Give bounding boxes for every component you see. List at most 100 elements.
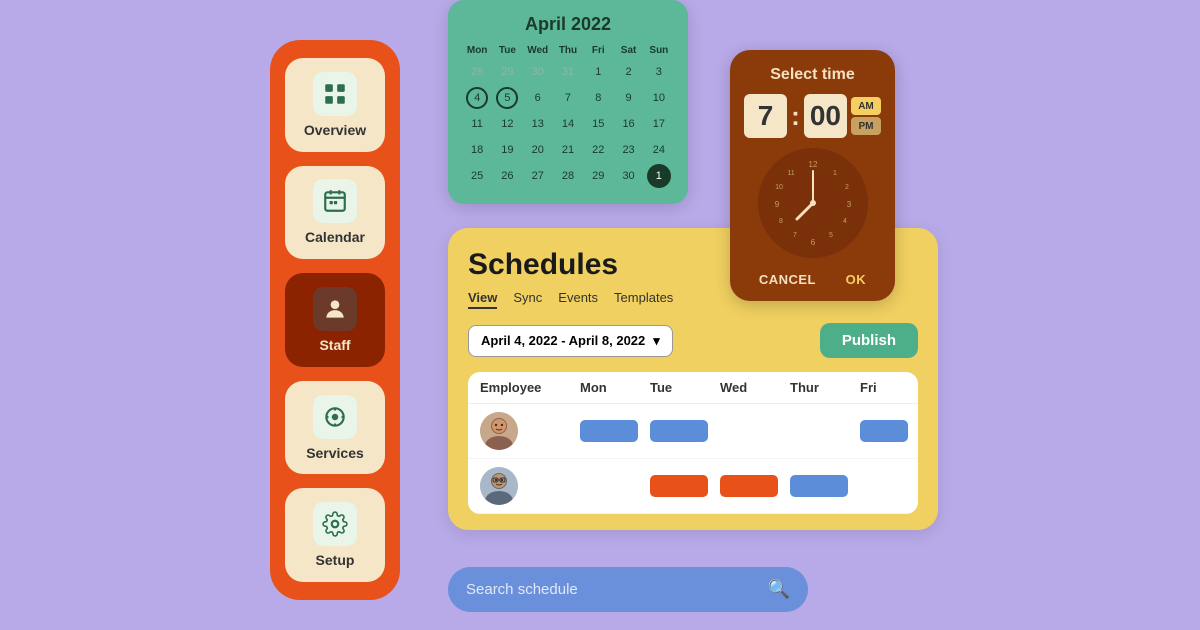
calendar-title: April 2022 [462,14,674,35]
cal-cell[interactable]: 20 [526,138,550,162]
cal-day-wed: Wed [523,45,553,56]
tab-events[interactable]: Events [558,290,598,309]
col-fri: Fri [860,380,918,395]
shift-2-thur [790,475,860,497]
calendar-week-3: 11 12 13 14 15 16 17 [462,112,674,136]
cal-cell[interactable]: 5 [496,87,518,109]
cal-cell[interactable]: 23 [617,138,641,162]
time-picker: Select time 7 : 00 AM PM 12 3 6 9 1 2 4 … [730,50,895,301]
cal-day-fri: Fri [583,45,613,56]
cal-cell[interactable]: 29 [495,60,519,84]
cal-day-sun: Sun [644,45,674,56]
shift-1-tue [650,420,720,442]
cal-cell[interactable]: 12 [495,112,519,136]
am-button[interactable]: AM [851,97,881,115]
sidebar-item-overview[interactable]: Overview [285,58,385,152]
sidebar-item-services[interactable]: Services [285,381,385,475]
sidebar-item-setup[interactable]: Setup [285,488,385,582]
ampm-selector: AM PM [851,97,881,135]
calendar-week-5: 25 26 27 28 29 30 1 [462,164,674,188]
tab-view[interactable]: View [468,290,497,309]
shift-2-wed [720,475,790,497]
time-actions: CANCEL OK [744,268,881,287]
cal-day-tue: Tue [492,45,522,56]
cal-cell[interactable]: 13 [526,112,550,136]
cal-cell[interactable]: 25 [465,164,489,188]
cal-cell[interactable]: 18 [465,138,489,162]
cal-cell[interactable]: 15 [586,112,610,136]
cancel-time-button[interactable]: CANCEL [759,272,816,287]
sidebar-item-calendar[interactable]: Calendar [285,166,385,260]
publish-button[interactable]: Publish [820,323,918,358]
calendar-grid: Mon Tue Wed Thu Fri Sat Sun 28 29 30 31 … [462,45,674,188]
cal-cell[interactable]: 4 [466,87,488,109]
cal-cell[interactable]: 29 [586,164,610,188]
ok-time-button[interactable]: OK [846,272,867,287]
sidebar-overview-label: Overview [304,122,366,138]
time-minutes[interactable]: 00 [804,94,847,138]
sidebar-item-staff[interactable]: Staff [285,273,385,367]
cal-cell[interactable]: 28 [465,60,489,84]
shift-2-tue [650,475,720,497]
cal-cell[interactable]: 30 [526,60,550,84]
cal-cell[interactable]: 1 [647,164,671,188]
table-header: Employee Mon Tue Wed Thur Fri [468,372,918,404]
cal-cell[interactable]: 3 [647,60,671,84]
svg-text:8: 8 [779,218,783,225]
col-mon: Mon [580,380,650,395]
tab-templates[interactable]: Templates [614,290,673,309]
cal-cell[interactable]: 26 [495,164,519,188]
cal-day-mon: Mon [462,45,492,56]
cal-cell[interactable]: 9 [617,86,641,110]
cal-cell[interactable]: 28 [556,164,580,188]
col-wed: Wed [720,380,790,395]
clock-face[interactable]: 12 3 6 9 1 2 4 5 7 8 10 11 [758,148,868,258]
cal-day-thu: Thu [553,45,583,56]
calendar-icon [313,179,357,223]
cal-cell[interactable]: 10 [647,86,671,110]
schedules-toolbar: April 4, 2022 - April 8, 2022 ▾ Publish [468,323,918,358]
pm-button[interactable]: PM [851,117,881,135]
calendar-week-2: 4 5 6 7 8 9 10 [462,86,674,110]
time-picker-title: Select time [744,66,881,84]
schedule-table: Employee Mon Tue Wed Thur Fri [468,372,918,514]
cal-cell[interactable]: 19 [495,138,519,162]
cal-cell[interactable]: 6 [526,86,550,110]
cal-cell[interactable]: 21 [556,138,580,162]
services-icon [313,395,357,439]
calendar-widget: April 2022 Mon Tue Wed Thu Fri Sat Sun 2… [448,0,688,204]
time-display: 7 : 00 AM PM [744,94,881,138]
calendar-week-1: 28 29 30 31 1 2 3 [462,60,674,84]
cal-cell[interactable]: 17 [647,112,671,136]
cal-cell[interactable]: 27 [526,164,550,188]
cal-cell[interactable]: 16 [617,112,641,136]
sidebar-services-label: Services [306,445,364,461]
cal-cell[interactable]: 24 [647,138,671,162]
search-input[interactable] [466,581,758,598]
cal-cell[interactable]: 8 [586,86,610,110]
cal-cell[interactable]: 30 [617,164,641,188]
col-tue: Tue [650,380,720,395]
cal-cell[interactable]: 1 [586,60,610,84]
svg-text:10: 10 [775,184,783,191]
employee-cell-1 [480,412,580,450]
cal-cell[interactable]: 14 [556,112,580,136]
sidebar: Overview Calendar Staff [270,40,400,600]
search-icon[interactable]: 🔍 [768,579,790,600]
tab-sync[interactable]: Sync [513,290,542,309]
cal-cell[interactable]: 7 [556,86,580,110]
table-row [468,404,918,459]
time-hour[interactable]: 7 [744,94,787,138]
cal-cell[interactable]: 11 [465,112,489,136]
svg-text:4: 4 [843,218,847,225]
svg-text:12: 12 [808,160,817,169]
sidebar-calendar-label: Calendar [305,229,365,245]
svg-text:7: 7 [793,232,797,239]
dropdown-chevron-icon: ▾ [653,333,660,349]
search-bar: 🔍 [448,567,808,612]
cal-cell[interactable]: 2 [617,60,641,84]
cal-cell[interactable]: 31 [556,60,580,84]
date-range-selector[interactable]: April 4, 2022 - April 8, 2022 ▾ [468,325,673,357]
cal-cell[interactable]: 22 [586,138,610,162]
date-range-text: April 4, 2022 - April 8, 2022 [481,333,645,348]
